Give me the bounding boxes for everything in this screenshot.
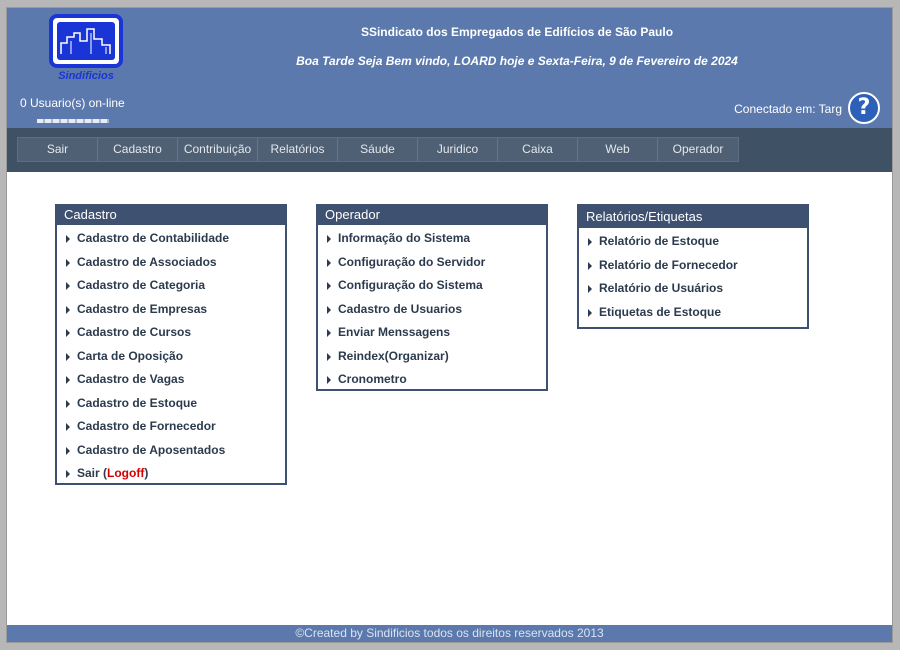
- link-label: Cadastro de Cursos: [77, 325, 192, 339]
- arrow-right-icon: [327, 329, 331, 337]
- link-etiquetas-estoque[interactable]: Etiquetas de Estoque: [579, 301, 807, 325]
- arrow-right-icon: [66, 446, 70, 455]
- users-online: 0 Usuario(s) on-line: [20, 96, 125, 110]
- building-logo-icon: Sindificios: [49, 14, 123, 82]
- link-cadastro-fornecedor[interactable]: Cadastro de Fornecedor: [57, 415, 285, 439]
- link-cadastro-cursos[interactable]: Cadastro de Cursos: [57, 321, 285, 345]
- menu-sair[interactable]: Sair: [18, 138, 98, 161]
- arrow-right-icon: [327, 235, 331, 243]
- menu-caixa[interactable]: Caixa: [498, 138, 578, 161]
- menu-web[interactable]: Web: [578, 138, 658, 161]
- link-cadastro-categoria[interactable]: Cadastro de Categoria: [57, 274, 285, 298]
- link-cadastro-estoque[interactable]: Cadastro de Estoque: [57, 392, 285, 416]
- link-label: Cadastro de Empresas: [77, 301, 208, 316]
- link-carta-oposicao[interactable]: Carta de Oposição: [57, 345, 285, 369]
- link-reindex[interactable]: Reindex(Organizar): [318, 345, 546, 369]
- panel-title: Operador: [318, 206, 546, 225]
- arrow-right-icon: [588, 308, 592, 317]
- link-cadastro-vagas[interactable]: Cadastro de Vagas: [57, 368, 285, 392]
- online-indicator: [37, 119, 109, 123]
- arrow-right-icon: [327, 258, 331, 267]
- link-relatorio-estoque[interactable]: Relatório de Estoque: [579, 230, 807, 254]
- header: Sindificios SSindicato dos Empregados de…: [7, 8, 892, 128]
- arrow-right-icon: [66, 423, 70, 431]
- greeting: Boa Tarde Seja Bem vindo, LOARD hoje e S…: [296, 54, 738, 68]
- arrow-right-icon: [66, 376, 70, 384]
- arrow-right-icon: [66, 235, 70, 243]
- link-label: Cadastro de Estoque: [77, 395, 198, 410]
- link-cadastro-usuarios[interactable]: Cadastro de Usuarios: [318, 298, 546, 322]
- link-label: Relatório de Estoque: [599, 234, 720, 248]
- panel-title: Cadastro: [57, 206, 285, 225]
- logout-suffix: ): [144, 466, 149, 480]
- arrow-right-icon: [327, 376, 331, 384]
- link-label: Configuração do Servidor: [338, 254, 486, 269]
- link-cadastro-aposentados[interactable]: Cadastro de Aposentados: [57, 439, 285, 463]
- link-label: Cadastro de Vagas: [77, 372, 185, 386]
- link-label: Cadastro de Aposentados: [77, 442, 226, 457]
- footer: ©Created by Sindificios todos os direito…: [7, 625, 892, 642]
- link-label: Cadastro de Fornecedor: [77, 419, 216, 433]
- panel-relatorios: Relatórios/Etiquetas Relatório de Estoqu…: [577, 204, 809, 329]
- arrow-right-icon: [66, 305, 70, 314]
- link-label: Enviar Menssagens: [338, 325, 451, 339]
- link-label: Cronometro: [338, 372, 407, 386]
- link-relatorio-usuarios[interactable]: Relatório de Usuários: [579, 277, 807, 301]
- link-label: Carta de Oposição: [77, 348, 184, 363]
- link-label: Cadastro de Categoria: [77, 278, 206, 292]
- site-name: SSindicato dos Empregados de Edifícios d…: [360, 25, 674, 39]
- menu-cadastro[interactable]: Cadastro: [98, 138, 178, 161]
- arrow-right-icon: [66, 282, 70, 290]
- arrow-right-icon: [327, 305, 331, 314]
- arrow-right-icon: [66, 329, 70, 337]
- logoff-link[interactable]: Logoff: [107, 466, 144, 480]
- arrow-right-icon: [588, 261, 592, 270]
- arrow-right-icon: [66, 258, 70, 267]
- link-label: Cadastro de Contabilidade: [77, 231, 230, 245]
- link-cadastro-empresas[interactable]: Cadastro de Empresas: [57, 298, 285, 322]
- panel-title: Relatórios/Etiquetas: [579, 206, 807, 228]
- link-relatorio-fornecedor[interactable]: Relatório de Fornecedor: [579, 254, 807, 278]
- menu-relatorios[interactable]: Relatórios: [258, 138, 338, 161]
- logout-item: Sair (Logoff): [57, 462, 285, 486]
- link-enviar-mensagens[interactable]: Enviar Menssagens: [318, 321, 546, 345]
- link-cadastro-associados[interactable]: Cadastro de Associados: [57, 251, 285, 275]
- link-label: Relatório de Usuários: [599, 281, 724, 295]
- menu-operador[interactable]: Operador: [658, 138, 738, 161]
- logo-text: Sindificios: [58, 70, 114, 82]
- link-label: Cadastro de Usuarios: [338, 301, 463, 316]
- help-icon[interactable]: ?: [848, 92, 880, 124]
- menu-contribuicao[interactable]: Contribuição: [178, 138, 258, 161]
- panel-cadastro: Cadastro Cadastro de Contabilidade Cadas…: [55, 204, 287, 485]
- menu-saude[interactable]: Sáude: [338, 138, 418, 161]
- link-informacao-sistema[interactable]: Informação do Sistema: [318, 227, 546, 251]
- arrow-right-icon: [327, 282, 331, 290]
- link-cronometro[interactable]: Cronometro: [318, 368, 546, 392]
- panel-operador: Operador Informação do Sistema Configura…: [316, 204, 548, 391]
- arrow-right-icon: [588, 285, 592, 293]
- connected-status: Conectado em: Targ: [734, 102, 842, 116]
- logout-prefix: Sair (: [77, 466, 108, 480]
- arrow-right-icon: [327, 352, 331, 361]
- link-label: Reindex(Organizar): [338, 348, 449, 363]
- main-menu: Sair Cadastro Contribuição Relatórios Sá…: [17, 137, 739, 162]
- link-label: Etiquetas de Estoque: [599, 304, 722, 319]
- link-configuracao-servidor[interactable]: Configuração do Servidor: [318, 251, 546, 275]
- app-frame: Sindificios SSindicato dos Empregados de…: [6, 7, 893, 643]
- link-label: Relatório de Fornecedor: [599, 257, 738, 272]
- connected-user: Targ: [818, 102, 842, 116]
- nav-bar: Sair Cadastro Contribuição Relatórios Sá…: [7, 128, 892, 172]
- arrow-right-icon: [66, 352, 70, 361]
- arrow-right-icon: [66, 470, 70, 478]
- arrow-right-icon: [66, 399, 70, 408]
- menu-juridico[interactable]: Juridico: [418, 138, 498, 161]
- link-cadastro-contabilidade[interactable]: Cadastro de Contabilidade: [57, 227, 285, 251]
- link-label: Informação do Sistema: [338, 231, 471, 245]
- arrow-right-icon: [588, 238, 592, 246]
- link-label: Configuração do Sistema: [338, 278, 483, 292]
- link-label: Cadastro de Associados: [77, 254, 217, 269]
- link-configuracao-sistema[interactable]: Configuração do Sistema: [318, 274, 546, 298]
- connected-label: Conectado em:: [734, 102, 816, 116]
